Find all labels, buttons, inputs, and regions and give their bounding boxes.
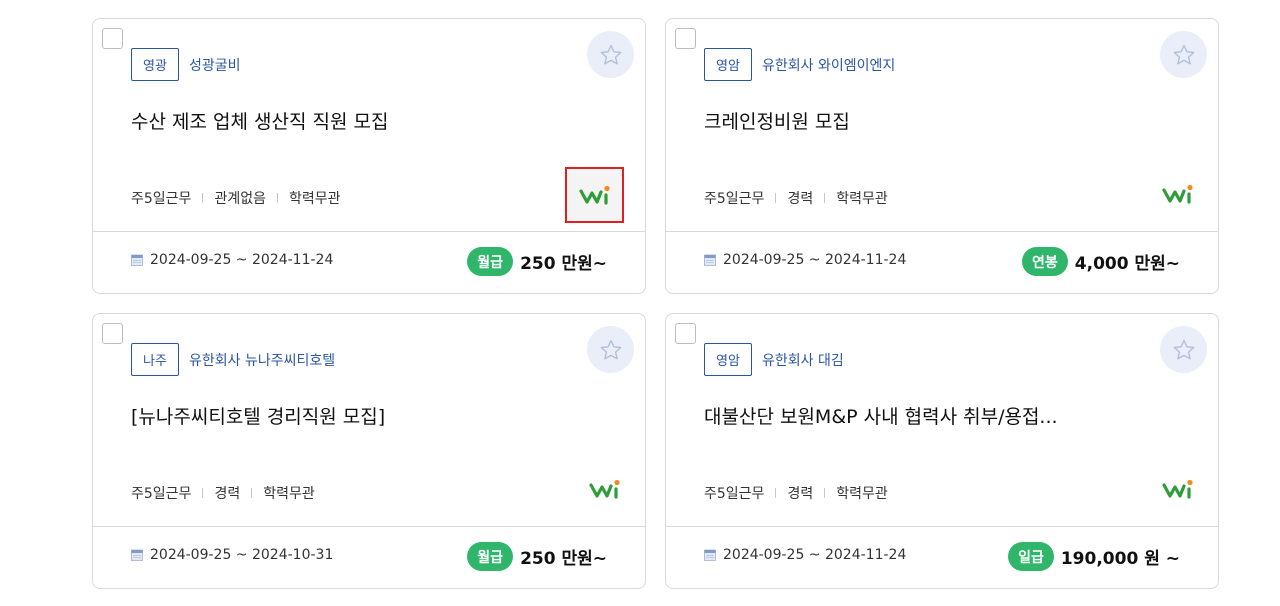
experience: 경력 (214, 486, 241, 502)
worknet-logo-icon (565, 167, 624, 223)
select-checkbox[interactable] (675, 323, 696, 344)
job-card[interactable]: 영암 유한회사 와이엠이엔지 크레인정비원 모집 주5일근무 경력 학력무관 2… (665, 18, 1219, 294)
calendar-icon (704, 549, 716, 561)
work-schedule: 주5일근무 (131, 486, 192, 502)
job-title[interactable]: [뉴나주씨티호텔 경리직원 모집] (131, 402, 385, 429)
work-schedule: 주5일근무 (131, 191, 192, 207)
job-conditions: 주5일근무 경력 학력무관 (704, 188, 888, 208)
education: 학력무관 (836, 191, 888, 207)
divider (775, 488, 777, 498)
job-card-footer: 2024-09-25 ~ 2024-10-31 월급 250 만원~ (93, 526, 645, 588)
calendar-icon (131, 549, 143, 561)
education: 학력무관 (836, 486, 888, 502)
divider (276, 193, 278, 203)
worknet-logo-icon (589, 478, 621, 500)
star-icon (600, 44, 621, 64)
job-conditions: 주5일근무 경력 학력무관 (131, 483, 315, 503)
job-card-footer: 2024-09-25 ~ 2024-11-24 일급 190,000 원 ~ (666, 526, 1218, 588)
job-conditions: 주5일근무 관계없음 학력무관 (131, 188, 341, 208)
date-range: 2024-09-25 ~ 2024-11-24 (150, 252, 334, 268)
job-title[interactable]: 수산 제조 업체 생산직 직원 모집 (131, 107, 388, 134)
job-conditions: 주5일근무 경력 학력무관 (704, 483, 888, 503)
divider (824, 488, 826, 498)
pay-amount: 250 만원~ (520, 549, 607, 569)
job-card[interactable]: 영광 성광굴비 수산 제조 업체 생산직 직원 모집 주5일근무 관계없음 학력… (92, 18, 646, 294)
experience: 관계없음 (214, 191, 266, 207)
date-range: 2024-09-25 ~ 2024-11-24 (723, 547, 907, 563)
calendar-icon (704, 254, 716, 266)
pay-amount: 4,000 만원~ (1074, 254, 1180, 274)
pay-type-badge: 연봉 (1022, 247, 1068, 276)
divider (202, 193, 204, 203)
job-card-footer: 2024-09-25 ~ 2024-11-24 연봉 4,000 만원~ (666, 231, 1218, 293)
pay-info: 연봉 4,000 만원~ (1022, 247, 1180, 276)
region-tag: 영암 (704, 48, 752, 81)
pay-type-badge: 월급 (467, 247, 514, 276)
job-card[interactable]: 영암 유한회사 대김 대불산단 보원M&P 사내 협력사 취부/용접... 주5… (665, 313, 1219, 589)
divider (251, 488, 253, 498)
job-title[interactable]: 대불산단 보원M&P 사내 협력사 취부/용접... (704, 402, 1058, 429)
job-card-body: 나주 유한회사 뉴나주씨티호텔 [뉴나주씨티호텔 경리직원 모집] 주5일근무 … (93, 314, 645, 527)
date-range: 2024-09-25 ~ 2024-10-31 (150, 547, 334, 563)
pay-info: 일급 190,000 원 ~ (1008, 542, 1180, 571)
star-icon (1173, 44, 1194, 64)
divider (202, 488, 204, 498)
company-name[interactable]: 유한회사 뉴나주씨티호텔 (189, 350, 335, 370)
job-card-body: 영암 유한회사 대김 대불산단 보원M&P 사내 협력사 취부/용접... 주5… (666, 314, 1218, 527)
select-checkbox[interactable] (675, 28, 696, 49)
select-checkbox[interactable] (102, 28, 123, 49)
education: 학력무관 (263, 486, 315, 502)
favorite-button[interactable] (587, 31, 634, 78)
pay-info: 월급 250 만원~ (467, 247, 607, 276)
company-name[interactable]: 성광굴비 (189, 55, 241, 75)
region-tag: 영광 (131, 48, 179, 81)
education: 학력무관 (288, 191, 341, 207)
star-icon (600, 339, 621, 359)
pay-amount: 190,000 원 ~ (1060, 549, 1180, 569)
divider (824, 193, 826, 203)
calendar-icon (131, 254, 143, 266)
job-card-footer: 2024-09-25 ~ 2024-11-24 월급 250 만원~ (93, 231, 645, 293)
date-range: 2024-09-25 ~ 2024-11-24 (723, 252, 907, 268)
select-checkbox[interactable] (102, 323, 123, 344)
job-card-body: 영암 유한회사 와이엠이엔지 크레인정비원 모집 주5일근무 경력 학력무관 (666, 19, 1218, 232)
job-card[interactable]: 나주 유한회사 뉴나주씨티호텔 [뉴나주씨티호텔 경리직원 모집] 주5일근무 … (92, 313, 646, 589)
region-tag: 나주 (131, 343, 179, 376)
divider (775, 193, 777, 203)
experience: 경력 (787, 486, 814, 502)
favorite-button[interactable] (587, 326, 634, 373)
company-name[interactable]: 유한회사 대김 (762, 350, 844, 370)
pay-type-badge: 일급 (1008, 542, 1054, 571)
favorite-button[interactable] (1160, 31, 1207, 78)
worknet-logo-icon (1162, 478, 1194, 500)
work-schedule: 주5일근무 (704, 191, 765, 207)
work-schedule: 주5일근무 (704, 486, 765, 502)
pay-type-badge: 월급 (467, 542, 514, 571)
experience: 경력 (787, 191, 814, 207)
pay-amount: 250 만원~ (520, 254, 607, 274)
company-name[interactable]: 유한회사 와이엠이엔지 (762, 55, 895, 75)
pay-info: 월급 250 만원~ (467, 542, 607, 571)
star-icon (1173, 339, 1194, 359)
region-tag: 영암 (704, 343, 752, 376)
favorite-button[interactable] (1160, 326, 1207, 373)
job-title[interactable]: 크레인정비원 모집 (704, 107, 850, 134)
job-card-body: 영광 성광굴비 수산 제조 업체 생산직 직원 모집 주5일근무 관계없음 학력… (93, 19, 645, 232)
worknet-logo-icon (1162, 183, 1194, 205)
